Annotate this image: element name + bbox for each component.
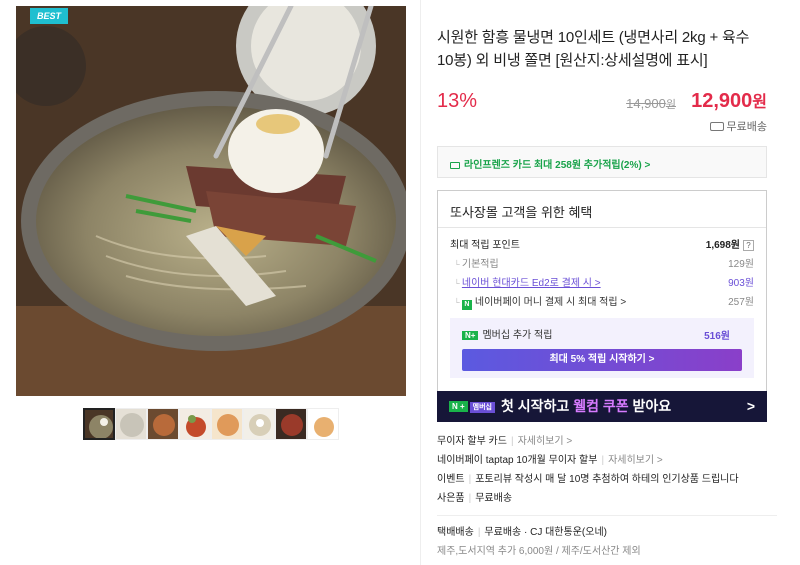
points-row-hyundai-card[interactable]: 네이버 현대카드 Ed2로 결제 시 > 903원 <box>450 274 754 293</box>
thumbnail-2[interactable] <box>115 408 147 440</box>
taptap-line: 네이버페이 taptap 10개월 무이자 할부 | 자세히보기 > <box>437 455 663 466</box>
benefit-header: 또사장몰 고객을 위한 혜택 <box>438 191 766 228</box>
naver-plus-icon: N + <box>449 401 468 412</box>
discount-rate: 13% <box>437 90 478 112</box>
product-info-panel: 시원한 함흥 물냉면 10인세트 (냉면사리 2kg + 육수 10봉) 외 비… <box>437 26 767 396</box>
installment-details-link[interactable]: 자세히보기 > <box>518 436 573 447</box>
membership-badge: 멤버십 <box>469 402 495 413</box>
purchase-info: 무이자 할부 카드 | 자세히보기 > 네이버페이 taptap 10개월 무이자 … <box>437 432 777 561</box>
delivery-note: 제주,도서지역 추가 6,000원 / 제주/도서산간 제외 <box>437 546 641 557</box>
membership-coupon-banner[interactable]: N + 멤버십 첫 시작하고 웰컴 쿠폰 받아요 > <box>437 391 767 422</box>
points-row-basic: 기본적립 129원 <box>450 255 754 274</box>
product-gallery: BEST <box>16 6 406 440</box>
gift-line: 사은품 | 무료배송 <box>437 493 513 504</box>
product-main-image[interactable]: BEST <box>16 6 406 396</box>
info-divider <box>437 515 777 516</box>
points-row-npay-money[interactable]: N네이버페이 머니 결제 시 최대 적립 > 257원 <box>450 293 754 312</box>
thumbnail-strip <box>83 408 339 440</box>
delivery-line: 택배배송 | 무료배송 · CJ 대한통운(오네) <box>437 527 607 538</box>
card-promo-link[interactable]: 라인프렌즈 카드 최대 258원 추가적립(2%) > <box>437 146 767 178</box>
thumbnail-1[interactable] <box>83 408 115 440</box>
thumbnail-3[interactable] <box>147 408 179 440</box>
help-icon[interactable]: ? <box>743 240 754 251</box>
thumbnail-7[interactable] <box>275 408 307 440</box>
start-membership-button[interactable]: 최대 5% 적립 시작하기 > <box>462 349 742 371</box>
event-line: 이벤트 | 포토리뷰 작성시 매 달 10명 추첨하여 하테의 인기상품 드립니다 <box>437 474 739 485</box>
credit-card-icon <box>450 162 460 169</box>
shipping-info: 무료배송 <box>437 118 767 134</box>
column-divider <box>420 0 421 565</box>
price-row: 13% 14,900원 12,900원 <box>437 88 767 118</box>
best-badge: BEST <box>30 8 69 24</box>
npay-icon: N <box>461 300 472 310</box>
truck-icon <box>709 122 724 131</box>
product-title: 시원한 함흥 물냉면 10인세트 (냉면사리 2kg + 육수 10봉) 외 비… <box>437 29 750 69</box>
chevron-right-icon: > <box>746 398 755 414</box>
membership-value: 516원 <box>704 331 730 342</box>
thumbnail-6[interactable] <box>243 408 275 440</box>
thumbnail-8[interactable] <box>307 408 339 440</box>
sale-price: 12,900원 <box>691 90 767 112</box>
taptap-details-link[interactable]: 자세히보기 > <box>608 455 663 466</box>
installment-card-line: 무이자 할부 카드 | 자세히보기 > <box>437 436 573 447</box>
thumbnail-4[interactable] <box>179 408 211 440</box>
original-price: 14,900원 <box>626 96 676 111</box>
thumbnail-5[interactable] <box>211 408 243 440</box>
membership-box: N+ 멤버십 추가 적립 516원 최대 5% 적립 시작하기 > <box>450 318 754 378</box>
benefit-box: 또사장몰 고객을 위한 혜택 최대 적립 포인트 1,698원? 기본적립 12… <box>437 190 767 396</box>
naver-plus-icon: N+ <box>462 331 479 340</box>
max-points-row: 최대 적립 포인트 1,698원? <box>450 236 754 255</box>
